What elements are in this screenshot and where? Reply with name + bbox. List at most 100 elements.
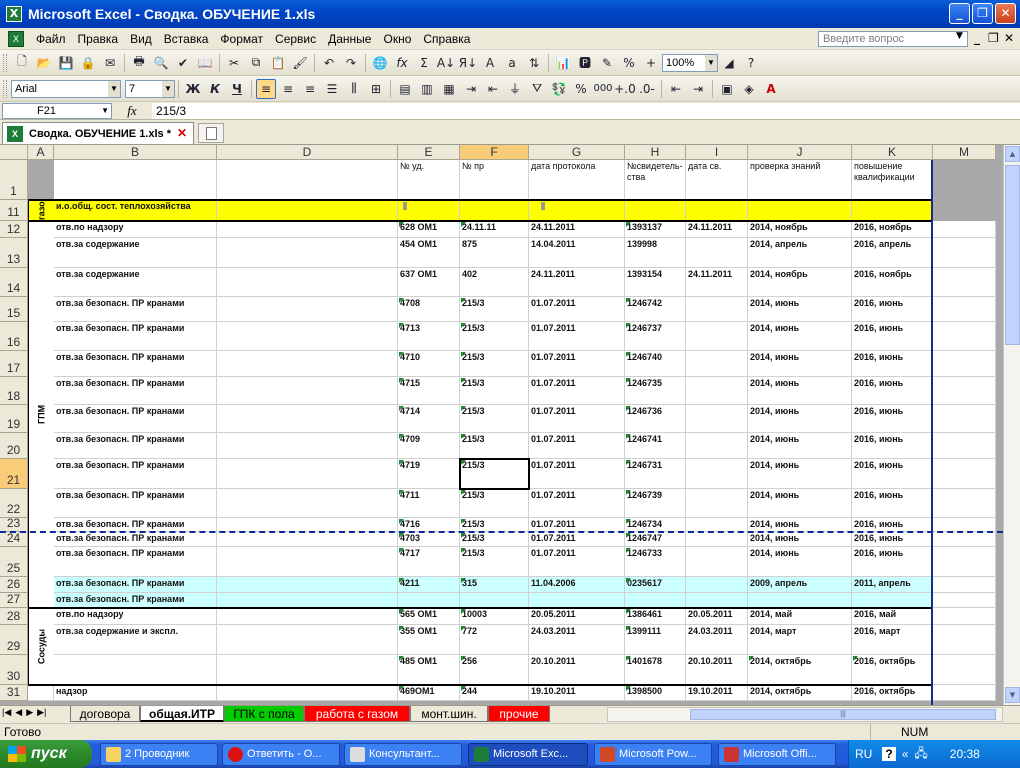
cell-k15[interactable]: 2016, июнь [852,297,933,322]
cell-f19[interactable]: 215/3 [460,405,529,433]
cell-i15[interactable] [686,297,748,322]
cell-j31[interactable]: 2014, октябрь [748,685,852,701]
help-tray-icon[interactable]: ? [882,747,896,761]
delete-row-icon[interactable]: ⇥ [461,79,481,99]
menu-help[interactable]: Справка [417,32,476,46]
font-shrink-icon[interactable]: a [502,53,522,73]
cell-i28[interactable]: 20.05.2011 [686,608,748,625]
save-icon[interactable]: 💾 [56,53,76,73]
help-search-input[interactable]: Введите вопрос [818,31,968,47]
column-header-i[interactable]: I [686,145,748,160]
cell-j30[interactable]: 2014, октябрь [748,655,852,685]
cell-g26[interactable]: 11.04.2006 [529,577,625,593]
sort-asc-icon[interactable]: A↓ [436,53,456,73]
cell-g16[interactable]: 01.07.2011 [529,322,625,351]
cell-f18[interactable]: 215/3 [460,377,529,405]
doc-restore-icon[interactable]: ❐ [988,31,999,45]
cell-b20[interactable]: отв.за безопасн. ПР кранами [54,433,217,459]
row-header-29[interactable]: 29 [0,625,28,655]
language-indicator[interactable]: RU [855,747,872,761]
cell-h17[interactable]: 1246740 [625,351,686,377]
cell-b30[interactable] [54,655,217,685]
cell-k20[interactable]: 2016, июнь [852,433,933,459]
cell-m16[interactable] [933,322,996,351]
menu-tools[interactable]: Сервис [269,32,322,46]
column-header-h[interactable]: H [625,145,686,160]
cell-m11[interactable] [933,200,996,221]
cell-b29[interactable]: отв.за содержание и экспл. [54,625,217,655]
row-header-15[interactable]: 15 [0,297,28,322]
cell-h25[interactable]: 1246733 [625,547,686,577]
cell-j24[interactable]: 2014, июнь [748,532,852,547]
drawing-icon[interactable]: ✎ [597,53,617,73]
cell-k14[interactable]: 2016, ноябрь [852,268,933,297]
cell-d26[interactable] [217,577,398,593]
align-left-icon[interactable]: ≡ [256,78,276,99]
cell-k16[interactable]: 2016, июнь [852,322,933,351]
cell-g18[interactable]: 01.07.2011 [529,377,625,405]
cell-h14[interactable]: 1393154 [625,268,686,297]
task-opera[interactable]: Ответить - О... [222,743,340,766]
row-header-14[interactable]: 14 [0,268,28,297]
menu-view[interactable]: Вид [124,32,158,46]
cell-k19[interactable]: 2016, июнь [852,405,933,433]
cell-i14[interactable]: 24.11.2011 [686,268,748,297]
cell-d30[interactable] [217,655,398,685]
justify-icon[interactable]: ☰ [322,79,342,99]
cell-b12[interactable]: отв.по надзору [54,221,217,238]
close-tab-icon[interactable]: ✕ [177,126,187,140]
cell-a31[interactable] [28,685,54,701]
cell-f20[interactable]: 215/3 [460,433,529,459]
cell-m29[interactable] [933,625,996,655]
network-icon[interactable]: 🖧 [914,744,927,765]
document-tab[interactable]: X Сводка. ОБУЧЕНИЕ 1.xls * ✕ [2,122,194,144]
cell-b24[interactable]: отв.за безопасн. ПР кранами [54,532,217,547]
cell-i30[interactable]: 20.10.2011 [686,655,748,685]
cell-m26[interactable] [933,577,996,593]
sheet-tab-prochie[interactable]: прочие [488,706,550,722]
cell-k22[interactable]: 2016, июнь [852,489,933,518]
cell-m31[interactable] [933,685,996,701]
cell-d17[interactable] [217,351,398,377]
cell-f25[interactable]: 215/3 [460,547,529,577]
doc-close-icon[interactable]: ✕ [1004,31,1014,45]
paste-icon[interactable]: 📋 [268,53,288,73]
cell-k23[interactable]: 2016, июнь [852,518,933,532]
cell-d29[interactable] [217,625,398,655]
row-header-13[interactable]: 13 [0,238,28,268]
cell-b25[interactable]: отв.за безопасн. ПР кранами [54,547,217,577]
currency-icon[interactable]: 💱 [549,79,569,99]
spelling-icon[interactable]: ✔ [173,53,193,73]
permission-icon[interactable]: 🔒 [78,53,98,73]
cell-d27[interactable] [217,593,398,608]
cell-b11[interactable]: и.о.общ. сост. теплохозяйства [54,200,217,221]
cell-h1[interactable]: №свидетель-ства [625,160,686,200]
cell-e16[interactable]: 4713 [398,322,460,351]
cell-j13[interactable]: 2014, апрель [748,238,852,268]
scroll-down-icon[interactable]: ▼ [1005,687,1020,703]
cell-e29[interactable]: 355 ОМ1 [398,625,460,655]
cell-h16[interactable]: 1246737 [625,322,686,351]
cell-b28[interactable]: отв.по надзору [54,608,217,625]
align-right-icon[interactable]: ≡ [300,79,320,99]
cell-i22[interactable] [686,489,748,518]
cell-b13[interactable]: отв.за содержание [54,238,217,268]
cell-b22[interactable]: отв.за безопасн. ПР кранами [54,489,217,518]
cell-e20[interactable]: 4709 [398,433,460,459]
cell-f11[interactable] [460,200,529,221]
cell-d28[interactable] [217,608,398,625]
sheet-tab-gpk[interactable]: ГПК с пола [224,706,304,722]
group-label-sosudy[interactable]: Сосуды [28,608,54,685]
cell-j22[interactable]: 2014, июнь [748,489,852,518]
cell-g27[interactable] [529,593,625,608]
increase-decimal-icon[interactable]: +.0 [614,79,636,99]
cell-b15[interactable]: отв.за безопасн. ПР кранами [54,297,217,322]
cell-i19[interactable] [686,405,748,433]
worksheet-grid[interactable]: A B D E F G H I J K M 1 № уд. № пр дата протокола №свид… [0,145,1020,705]
cell-h29[interactable]: 1399111 [625,625,686,655]
cell-i12[interactable]: 24.11.2011 [686,221,748,238]
research-icon[interactable]: 📖 [195,53,215,73]
font-color-icon[interactable]: A [761,79,781,99]
fill-color-icon[interactable]: ◈ [739,79,759,99]
cell-d20[interactable] [217,433,398,459]
